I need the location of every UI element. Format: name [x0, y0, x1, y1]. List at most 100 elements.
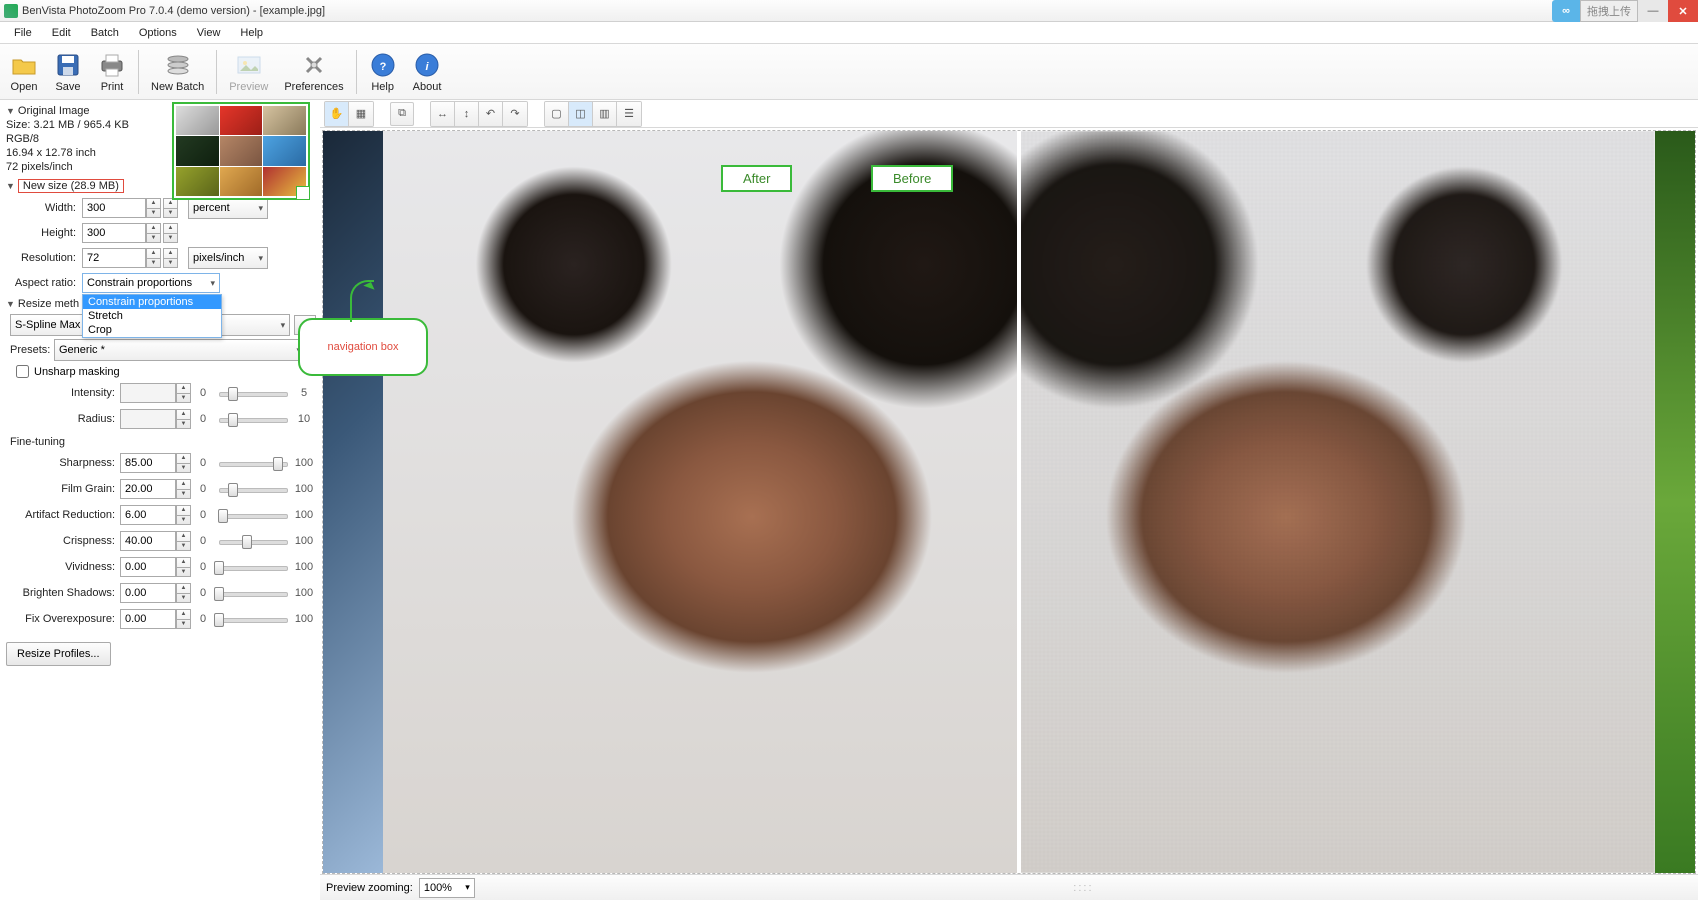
height-link-spinner[interactable]: ▲▼	[163, 223, 178, 243]
slider-track-6[interactable]	[219, 611, 288, 627]
height-input[interactable]	[82, 223, 146, 243]
close-button[interactable]: ✕	[1668, 0, 1698, 22]
slider-input-1[interactable]	[120, 479, 176, 499]
hand-tool-icon[interactable]: ✋	[325, 102, 349, 126]
view-side-icon[interactable]: ▥	[593, 102, 617, 126]
rotate-ccw-icon[interactable]: ↶	[479, 102, 503, 126]
print-button[interactable]: Print	[90, 46, 134, 98]
preview-toolbar: ✋ ▦ ⧉ ↔ ↕ ↶ ↷ ▢ ◫ ▥ ☰	[320, 100, 1698, 128]
resolution-input[interactable]	[82, 248, 146, 268]
marquee-tool-icon[interactable]: ▦	[349, 102, 373, 126]
resolution-unit-select[interactable]: pixels/inch	[188, 247, 268, 269]
intensity-spinner[interactable]: ▲▼	[176, 383, 191, 403]
menu-file[interactable]: File	[4, 25, 42, 41]
height-spinner[interactable]: ▲▼	[146, 223, 161, 243]
separator	[356, 50, 357, 94]
split-handle[interactable]	[1017, 131, 1021, 873]
width-input[interactable]	[82, 198, 146, 218]
new-batch-button[interactable]: New Batch	[143, 46, 212, 98]
slider-input-4[interactable]	[120, 557, 176, 577]
resize-grip-icon[interactable]: ::::	[1073, 882, 1093, 894]
expand-nav-icon[interactable]	[296, 186, 310, 200]
preview-strip-left	[323, 131, 383, 873]
save-button[interactable]: Save	[46, 46, 90, 98]
rotate-cw-icon[interactable]: ↷	[503, 102, 527, 126]
resolution-link-spinner[interactable]: ▲▼	[163, 248, 178, 268]
menu-options[interactable]: Options	[129, 25, 187, 41]
title-controls: ∞ 拖拽上传 — ✕	[1552, 0, 1698, 22]
slider-label: Film Grain:	[6, 483, 120, 495]
view-single-icon[interactable]: ▢	[545, 102, 569, 126]
slider-input-6[interactable]	[120, 609, 176, 629]
menu-batch[interactable]: Batch	[81, 25, 129, 41]
app-icon	[4, 4, 18, 18]
zoom-label: Preview zooming:	[326, 882, 413, 894]
left-panel: Original Image Size: 3.21 MB / 965.4 KB …	[0, 100, 320, 900]
crop-tool-icon[interactable]: ⧉	[390, 102, 414, 126]
preview-split	[383, 131, 1655, 873]
slider-spinner-2[interactable]: ▲▼	[176, 505, 191, 525]
minimize-button[interactable]: —	[1638, 0, 1668, 22]
resize-profiles-button[interactable]: Resize Profiles...	[6, 642, 111, 666]
aspect-option-constrain[interactable]: Constrain proportions	[83, 295, 221, 309]
preview-strip-right	[1655, 131, 1695, 873]
upload-hint[interactable]: 拖拽上传	[1580, 0, 1638, 22]
radius-slider[interactable]	[219, 411, 288, 427]
unsharp-checkbox[interactable]	[16, 365, 29, 378]
navigation-box[interactable]	[172, 102, 310, 200]
intensity-input[interactable]	[120, 383, 176, 403]
radius-input[interactable]	[120, 409, 176, 429]
aspect-option-stretch[interactable]: Stretch	[83, 309, 221, 323]
menu-help[interactable]: Help	[230, 25, 273, 41]
aspect-ratio-select[interactable]: Constrain proportions Constrain proporti…	[82, 273, 220, 293]
slider-spinner-6[interactable]: ▲▼	[176, 609, 191, 629]
upload-badge-icon[interactable]: ∞	[1552, 0, 1580, 22]
open-button[interactable]: Open	[2, 46, 46, 98]
view-split-icon[interactable]: ◫	[569, 102, 593, 126]
view-stack-icon[interactable]: ☰	[617, 102, 641, 126]
intensity-slider[interactable]	[219, 385, 288, 401]
about-button[interactable]: i About	[405, 46, 450, 98]
flip-h-icon[interactable]: ↔	[431, 102, 455, 126]
slider-input-5[interactable]	[120, 583, 176, 603]
slider-track-4[interactable]	[219, 559, 288, 575]
help-button[interactable]: ? Help	[361, 46, 405, 98]
preview-before	[1019, 131, 1655, 873]
batch-icon	[164, 51, 192, 79]
slider-spinner-1[interactable]: ▲▼	[176, 479, 191, 499]
slider-track-2[interactable]	[219, 507, 288, 523]
zoom-select[interactable]: 100%	[419, 878, 475, 898]
flip-v-icon[interactable]: ↕	[455, 102, 479, 126]
slider-spinner-5[interactable]: ▲▼	[176, 583, 191, 603]
width-link-spinner[interactable]: ▲▼	[163, 198, 178, 218]
slider-track-5[interactable]	[219, 585, 288, 601]
slider-spinner-4[interactable]: ▲▼	[176, 557, 191, 577]
preferences-button[interactable]: Preferences	[276, 46, 351, 98]
slider-spinner-3[interactable]: ▲▼	[176, 531, 191, 551]
content-area: ✋ ▦ ⧉ ↔ ↕ ↶ ↷ ▢ ◫ ▥ ☰	[320, 100, 1698, 900]
slider-track-3[interactable]	[219, 533, 288, 549]
resolution-spinner[interactable]: ▲▼	[146, 248, 161, 268]
width-unit-select[interactable]: percent	[188, 197, 268, 219]
preview-area[interactable]: After Before	[322, 130, 1696, 874]
slider-input-2[interactable]	[120, 505, 176, 525]
thumbnail-collage	[176, 106, 306, 196]
slider-track-1[interactable]	[219, 481, 288, 497]
preview-button[interactable]: Preview	[221, 46, 276, 98]
slider-spinner-0[interactable]: ▲▼	[176, 453, 191, 473]
radius-spinner[interactable]: ▲▼	[176, 409, 191, 429]
width-spinner[interactable]: ▲▼	[146, 198, 161, 218]
fine-tuning-legend: Fine-tuning	[10, 436, 316, 448]
preview-after	[383, 131, 1019, 873]
presets-select[interactable]: Generic *	[54, 339, 306, 361]
slider-input-3[interactable]	[120, 531, 176, 551]
menu-edit[interactable]: Edit	[42, 25, 81, 41]
aspect-option-crop[interactable]: Crop	[83, 323, 221, 337]
slider-track-0[interactable]	[219, 455, 288, 471]
menubar: File Edit Batch Options View Help	[0, 22, 1698, 44]
slider-label: Crispness:	[6, 535, 120, 547]
menu-view[interactable]: View	[187, 25, 231, 41]
slider-input-0[interactable]	[120, 453, 176, 473]
unsharp-label: Unsharp masking	[34, 366, 120, 378]
window-title: BenVista PhotoZoom Pro 7.0.4 (demo versi…	[22, 5, 325, 17]
